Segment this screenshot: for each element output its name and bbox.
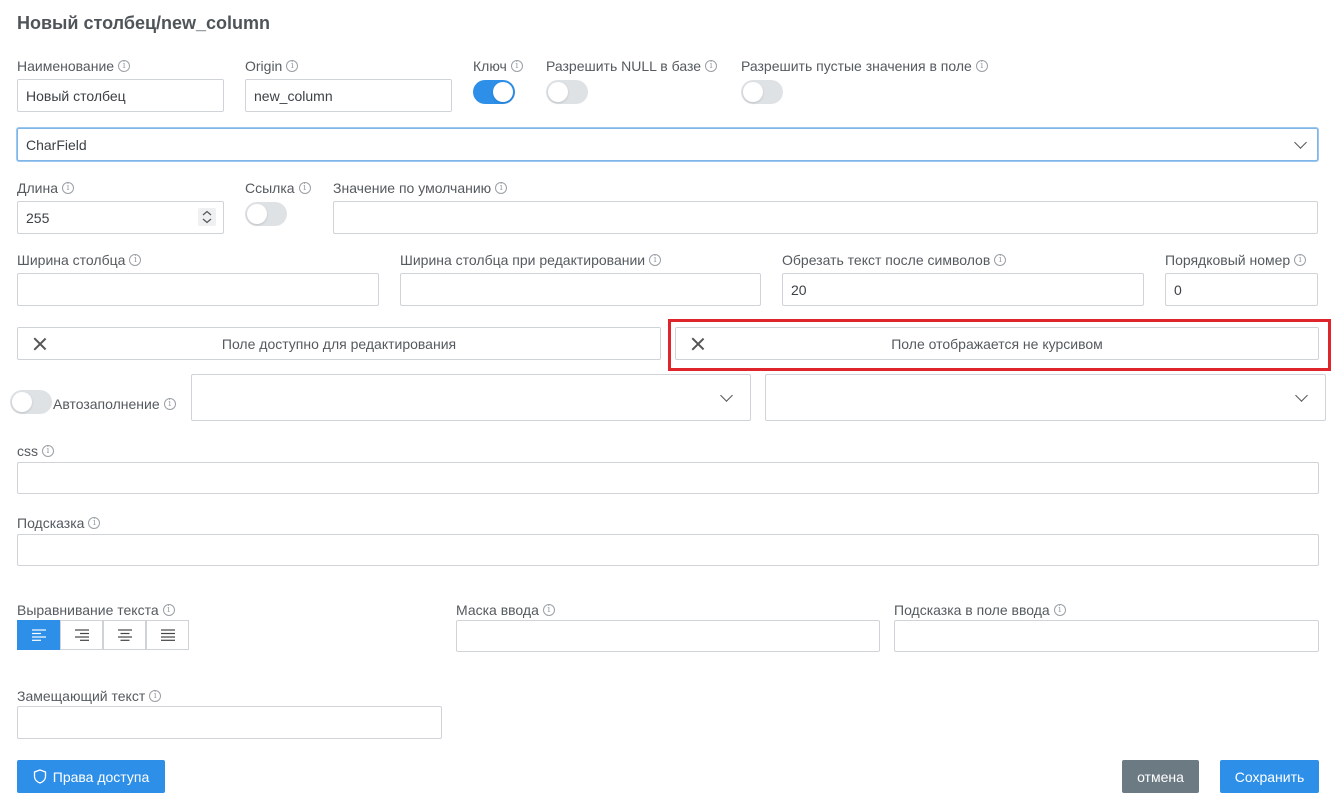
toggle-knob [493, 82, 513, 102]
access-rights-button[interactable]: Права доступа [17, 760, 165, 793]
name-input[interactable]: Новый столбец [17, 79, 224, 112]
number-stepper[interactable] [198, 208, 216, 226]
placeholder-hint-label: Подсказка в поле ввода i [894, 602, 1066, 618]
info-icon[interactable]: i [510, 60, 523, 72]
page-title: Новый столбец/new_column [17, 13, 271, 33]
align-justify-button[interactable] [146, 620, 189, 650]
replace-text-input[interactable] [17, 706, 442, 739]
hint-label: Подсказка i [17, 515, 101, 531]
field-type-value: CharField [26, 136, 87, 153]
info-icon[interactable]: i [62, 182, 74, 194]
info-icon[interactable]: i [649, 254, 662, 266]
align-left-button[interactable] [17, 620, 60, 650]
field-type-select[interactable]: CharField [17, 128, 1318, 161]
italic-toggle-button[interactable]: Поле отображается не курсивом [675, 327, 1319, 360]
info-icon[interactable]: i [286, 60, 299, 72]
info-icon[interactable]: i [542, 604, 555, 616]
css-input[interactable] [17, 462, 1319, 494]
origin-input[interactable]: new_column [245, 79, 452, 112]
input-mask-label: Маска ввода i [456, 602, 555, 618]
column-width-input[interactable] [17, 273, 379, 306]
truncate-input[interactable]: 20 [782, 273, 1144, 306]
cancel-button[interactable]: отмена [1122, 760, 1199, 793]
autofill-source-select[interactable] [191, 374, 751, 421]
order-input[interactable]: 0 [1165, 273, 1318, 306]
align-right-button[interactable] [60, 620, 103, 650]
align-center-button[interactable] [103, 620, 146, 650]
edit-column-width-input[interactable] [400, 273, 761, 306]
toggle-knob [12, 392, 32, 412]
name-label: Наименование i [17, 58, 131, 74]
info-icon[interactable]: i [163, 398, 176, 410]
autofill-field-select[interactable] [765, 374, 1326, 421]
align-center-icon [117, 629, 132, 641]
align-justify-icon [160, 629, 175, 641]
info-icon[interactable]: i [129, 254, 142, 266]
info-icon[interactable]: i [1053, 604, 1066, 616]
order-label: Порядковый номер i [1165, 252, 1307, 268]
key-label: Ключ i [473, 58, 523, 74]
align-left-icon [31, 629, 46, 641]
autofill-toggle[interactable] [10, 390, 52, 414]
editable-toggle-label: Поле доступно для редактирования [221, 335, 457, 352]
css-label: css i [17, 443, 54, 459]
hint-input[interactable] [17, 534, 1319, 566]
autofill-label: Автозаполнение i [53, 396, 176, 412]
edit-column-width-label: Ширина столбца при редактировании i [400, 252, 662, 268]
shield-icon [33, 769, 46, 784]
italic-toggle-label: Поле отображается не курсивом [891, 335, 1103, 352]
length-input[interactable]: 255 [17, 201, 224, 234]
info-icon[interactable]: i [42, 445, 54, 457]
default-value-input[interactable] [333, 201, 1318, 234]
allow-empty-toggle[interactable] [741, 80, 783, 104]
info-icon[interactable]: i [118, 60, 131, 72]
info-icon[interactable]: i [162, 604, 175, 616]
length-label: Длина i [17, 180, 74, 196]
replace-text-label: Замещающий текст i [17, 688, 162, 704]
placeholder-hint-input[interactable] [894, 620, 1319, 652]
stepper-arrows-icon [202, 210, 212, 224]
truncate-label: Обрезать текст после символов i [782, 252, 1007, 268]
info-icon[interactable]: i [298, 182, 311, 194]
link-label: Ссылка i [245, 180, 311, 196]
allow-null-toggle[interactable] [546, 80, 588, 104]
toggle-knob [548, 82, 568, 102]
text-align-label: Выравнивание текста i [17, 602, 175, 618]
info-icon[interactable]: i [1294, 254, 1307, 266]
toggle-knob [743, 82, 763, 102]
allow-empty-label: Разрешить пустые значения в поле i [741, 58, 988, 74]
info-icon[interactable]: i [149, 690, 162, 702]
info-icon[interactable]: i [975, 60, 988, 72]
allow-null-label: Разрешить NULL в базе i [546, 58, 718, 74]
input-mask-input[interactable] [456, 620, 880, 652]
toggle-knob [247, 204, 267, 224]
origin-label: Origin i [245, 58, 299, 74]
column-width-label: Ширина столбца i [17, 252, 142, 268]
save-button[interactable]: Сохранить [1220, 760, 1319, 793]
info-icon[interactable]: i [88, 517, 101, 529]
key-toggle[interactable] [473, 80, 515, 104]
default-value-label: Значение по умолчанию i [333, 180, 508, 196]
info-icon[interactable]: i [495, 182, 508, 194]
editable-toggle-button[interactable]: Поле доступно для редактирования [17, 327, 661, 360]
info-icon[interactable]: i [705, 60, 718, 72]
link-toggle[interactable] [245, 202, 287, 226]
align-right-icon [74, 629, 89, 641]
info-icon[interactable]: i [994, 254, 1007, 266]
